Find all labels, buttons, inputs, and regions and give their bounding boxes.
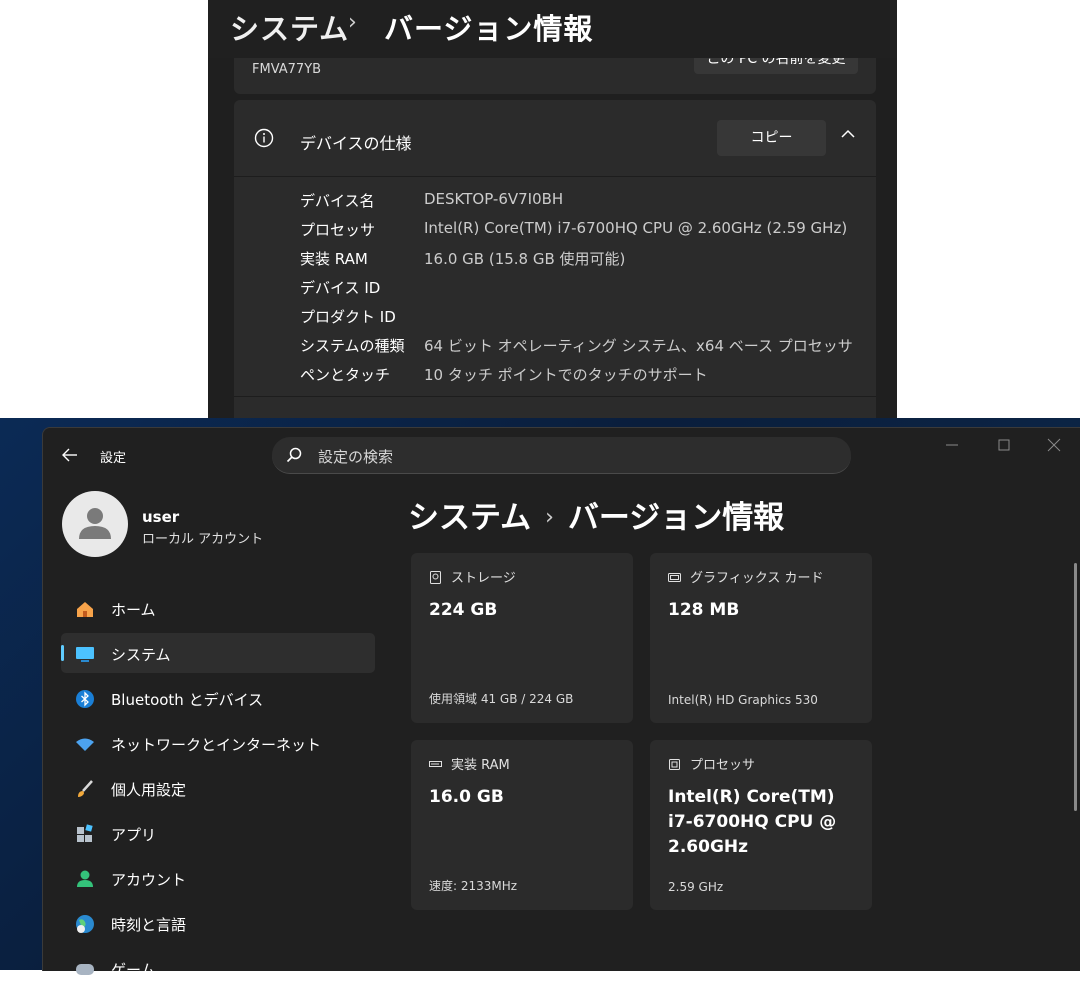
- search-placeholder: 設定の検索: [318, 448, 394, 466]
- spec-key: プロセッサ: [300, 221, 376, 239]
- breadcrumb-parent[interactable]: システム: [408, 500, 531, 536]
- scrollbar[interactable]: [1074, 563, 1077, 811]
- breadcrumb-current: バージョン情報: [567, 500, 785, 536]
- game-icon: [76, 964, 94, 975]
- card-title: 実装 RAM: [451, 758, 510, 773]
- processor-icon: [669, 759, 680, 770]
- breadcrumb-parent[interactable]: システム: [230, 6, 349, 48]
- system-icon: [76, 647, 94, 662]
- spec-key: 実装 RAM: [300, 250, 368, 268]
- sidebar-item-label: 時刻と言語: [111, 916, 187, 934]
- account-icon: [77, 870, 93, 887]
- minimize-icon[interactable]: [945, 438, 959, 452]
- card-title: グラフィックス カード: [690, 571, 824, 586]
- selection-indicator: [61, 645, 64, 661]
- sidebar-item-home[interactable]: ホーム: [61, 588, 375, 628]
- globe-clock-icon: [76, 915, 94, 933]
- spec-value: 64 ビット オペレーティング システム、x64 ベース プロセッサ: [424, 337, 853, 355]
- memory-icon: [429, 761, 442, 767]
- divider: [234, 396, 876, 397]
- card-subtext: Intel(R) HD Graphics 530: [668, 693, 818, 707]
- device-spec-title: デバイスの仕様: [300, 134, 412, 153]
- sidebar-item-label: システム: [111, 646, 171, 664]
- spec-key: プロダクト ID: [300, 308, 396, 326]
- card-value: 224 GB: [429, 600, 498, 620]
- sidebar-item-network[interactable]: ネットワークとインターネット: [61, 723, 375, 763]
- card-value: 128 MB: [668, 600, 740, 620]
- top-page-title: システム › バージョン情報: [208, 0, 897, 58]
- search-input[interactable]: 設定の検索: [272, 437, 851, 474]
- card-subtext: 使用領域 41 GB / 224 GB: [429, 692, 574, 706]
- spec-value: 16.0 GB (15.8 GB 使用可能): [424, 250, 626, 268]
- spec-key: ペンとタッチ: [300, 366, 391, 384]
- spec-key: デバイス名: [300, 192, 375, 210]
- sidebar-item-system[interactable]: システム: [61, 633, 375, 673]
- user-name: user: [142, 508, 180, 526]
- sidebar-item-apps[interactable]: アプリ: [61, 813, 375, 853]
- spec-value: DESKTOP-6V7I0BH: [424, 190, 564, 208]
- spec-key: デバイス ID: [300, 279, 381, 297]
- storage-card[interactable]: ストレージ 224 GB 使用領域 41 GB / 224 GB: [411, 553, 633, 723]
- graphics-card-icon: [668, 573, 681, 582]
- card-title: プロセッサ: [690, 758, 756, 773]
- search-icon: [286, 447, 302, 463]
- close-icon[interactable]: [1047, 438, 1061, 452]
- sidebar-item-time-language[interactable]: 時刻と言語: [61, 903, 375, 943]
- card-value: Intel(R) Core(TM) i7-6700HQ CPU @ 2.60GH…: [668, 787, 837, 857]
- copy-button[interactable]: コピー: [717, 120, 826, 156]
- bluetooth-icon: [76, 690, 94, 708]
- sidebar-item-gaming[interactable]: ゲーム: [61, 948, 375, 988]
- breadcrumb-current: バージョン情報: [384, 12, 594, 46]
- apps-icon: [77, 824, 93, 842]
- pc-name: FMVA77YB: [252, 62, 322, 77]
- sidebar-item-label: アプリ: [111, 826, 157, 844]
- brush-icon: [78, 780, 93, 797]
- device-spec-header[interactable]: デバイスの仕様 コピー: [234, 100, 876, 177]
- processor-card[interactable]: プロセッサ Intel(R) Core(TM) i7-6700HQ CPU @ …: [650, 740, 872, 910]
- card-subtext: 2.59 GHz: [668, 880, 724, 894]
- app-title: 設定: [100, 451, 127, 466]
- user-silhouette-icon: [79, 508, 111, 539]
- spec-key: システムの種類: [300, 337, 405, 355]
- device-spec-section: デバイスの仕様 コピー デバイス名 DESKTOP-6V7I0BH プロセッサ …: [234, 100, 876, 418]
- account-type: ローカル アカウント: [142, 532, 264, 547]
- sidebar-item-accounts[interactable]: アカウント: [61, 858, 375, 898]
- card-title: ストレージ: [451, 571, 516, 586]
- sidebar-item-personalization[interactable]: 個人用設定: [61, 768, 375, 808]
- settings-window: 設定 設定の検索 user ローカル アカウント ホーム システム Blueto…: [42, 427, 1080, 979]
- sidebar-nav: ホーム システム Bluetooth とデバイス ネットワークとインターネット: [61, 588, 375, 993]
- card-value: 16.0 GB: [429, 787, 504, 807]
- sidebar-item-label: 個人用設定: [111, 781, 187, 799]
- graphics-card-card[interactable]: グラフィックス カード 128 MB Intel(R) HD Graphics …: [650, 553, 872, 723]
- page-title: システム › バージョン情報: [408, 492, 784, 537]
- back-arrow-icon[interactable]: [61, 446, 79, 464]
- card-subtext: 速度: 2133MHz: [429, 879, 518, 893]
- maximize-icon[interactable]: [997, 438, 1011, 452]
- breadcrumb-separator: ›: [348, 10, 357, 35]
- sidebar-item-label: アカウント: [111, 871, 187, 889]
- info-icon: [254, 128, 274, 148]
- sidebar-item-label: ネットワークとインターネット: [111, 736, 322, 754]
- chevron-up-icon[interactable]: [840, 126, 856, 142]
- storage-icon: [430, 571, 441, 584]
- spec-value: Intel(R) Core(TM) i7-6700HQ CPU @ 2.60GH…: [424, 219, 848, 237]
- sidebar-item-label: ホーム: [111, 601, 156, 619]
- avatar[interactable]: [62, 491, 128, 557]
- sidebar-item-bluetooth[interactable]: Bluetooth とデバイス: [61, 678, 375, 718]
- about-window-top: FMVA77YB この PC の名前を変更 システム › バージョン情報 デバイ…: [208, 0, 897, 418]
- spec-value: 10 タッチ ポイントでのタッチのサポート: [424, 366, 708, 384]
- ram-card[interactable]: 実装 RAM 16.0 GB 速度: 2133MHz: [411, 740, 633, 910]
- wifi-icon: [76, 738, 94, 751]
- sidebar-item-label: Bluetooth とデバイス: [111, 691, 264, 709]
- breadcrumb-separator: ›: [545, 505, 554, 530]
- home-icon: [77, 602, 93, 617]
